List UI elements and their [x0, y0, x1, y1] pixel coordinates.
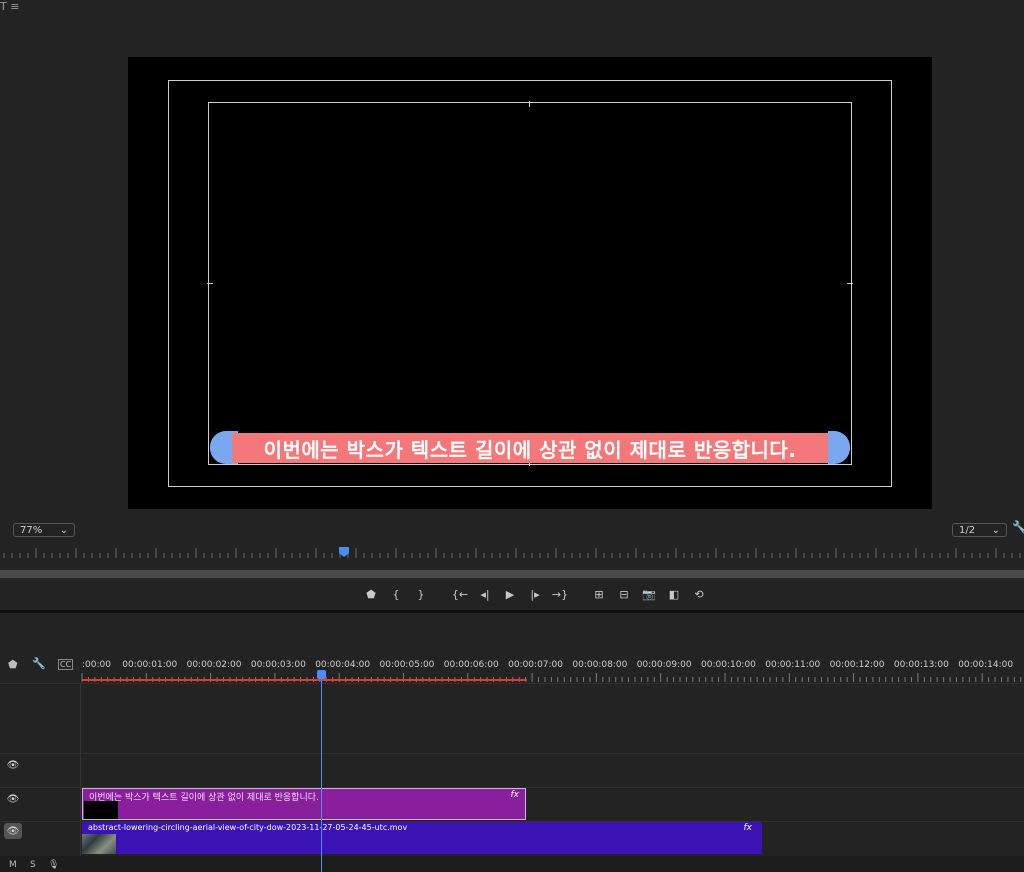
caption-graphic[interactable]: 이번에는 박스가 텍스트 길이에 상관 없이 제대로 반응합니다. — [210, 431, 850, 464]
eye-icon[interactable]: 👁 — [6, 793, 20, 805]
video-frame[interactable]: 이번에는 박스가 텍스트 길이에 상관 없이 제대로 반응합니다. — [128, 57, 932, 509]
monitor-zoom-scrollbar[interactable] — [0, 570, 1024, 578]
timeline-header-tools: ⬟ 🔧 CC — [0, 656, 80, 676]
work-area-bar[interactable] — [82, 679, 527, 681]
timecode-label: 00:00:09:00 — [636, 660, 692, 670]
zoom-level-select[interactable]: 77% ⌄ — [13, 523, 75, 537]
add-marker-button[interactable]: ⬟ — [360, 584, 382, 604]
audio-track-header — [0, 856, 1024, 872]
playback-resolution-select[interactable]: 1/2 ⌄ — [952, 523, 1007, 537]
wrench-icon[interactable]: 🔧 — [32, 657, 46, 670]
mark-out-button[interactable]: } — [410, 584, 432, 604]
go-to-out-button[interactable]: →} — [549, 584, 571, 604]
safe-tick-top — [529, 101, 530, 107]
playhead-handle[interactable] — [317, 670, 326, 679]
timecode-label: 00:00:05:00 — [379, 660, 435, 670]
title-clip[interactable]: 이번에는 박스가 텍스트 길이에 상관 없이 제대로 반응합니다. fx — [82, 788, 526, 820]
timecode-label: 00:00:06:00 — [443, 660, 499, 670]
caption-text-box: 이번에는 박스가 텍스트 길이에 상관 없이 제대로 반응합니다. — [232, 433, 828, 463]
step-back-button[interactable]: ◂| — [474, 584, 496, 604]
fx-badge: fx — [510, 790, 520, 800]
captions-icon[interactable]: CC — [58, 659, 74, 670]
resolution-value: 1/2 — [959, 524, 976, 536]
clip-thumbnail — [82, 834, 116, 854]
clip-label: abstract-lowering-circling-aerial-view-o… — [88, 823, 408, 832]
zoom-level-value: 77% — [20, 524, 43, 536]
track-separator — [0, 753, 1024, 754]
timecode-label: 00:00:08:00 — [572, 660, 628, 670]
go-to-in-button[interactable]: {← — [449, 584, 471, 604]
timecode-label: 00:00:11:00 — [765, 660, 821, 670]
clip-label: 이번에는 박스가 텍스트 길이에 상관 없이 제대로 반응합니다. — [89, 793, 319, 803]
monitor-time-ruler[interactable] — [0, 542, 1024, 562]
caption-text[interactable]: 이번에는 박스가 텍스트 길이에 상관 없이 제대로 반응합니다. — [264, 434, 797, 463]
export-frame-button[interactable]: 📷 — [638, 584, 660, 604]
timecode-label: 00:00:10:00 — [701, 660, 756, 670]
comparison-view-button[interactable]: ◧ — [663, 584, 685, 604]
mic-icon[interactable]: 🎙 — [48, 860, 59, 870]
timecode-label: 00:00:13:00 — [893, 660, 949, 670]
wrench-icon[interactable]: 🔧 — [1012, 520, 1024, 534]
eye-icon[interactable]: 👁 — [6, 759, 20, 771]
safe-tick-left — [207, 283, 213, 284]
clip-thumbnail — [84, 801, 118, 819]
caption-right-cap — [828, 431, 850, 464]
timecode-label: 00:00:12:00 — [829, 660, 885, 670]
solo-button[interactable]: S — [30, 860, 36, 870]
fx-badge: fx — [743, 823, 753, 833]
timecode-label: 00:00:07:00 — [508, 660, 563, 670]
eye-icon[interactable]: 👁 — [4, 823, 22, 839]
timecode-label: 00:00:02:00 — [186, 660, 242, 670]
track-headers: 👁 👁 👁 — [0, 683, 81, 872]
timecode-label: 00:00:14:00 — [958, 660, 1014, 670]
step-forward-button[interactable]: |▸ — [524, 584, 546, 604]
timecode-label: 00:00:03:00 — [250, 660, 306, 670]
timeline-ticks — [81, 673, 1022, 682]
lift-button[interactable]: ⊞ — [588, 584, 610, 604]
transport-controls: ⬟{} {← ◂| ▶ |▸ →} ⊞ ⊟ 📷 ◧ ⟲ — [360, 584, 740, 604]
track-separator — [0, 683, 1024, 684]
timecode-label: 00:00:04:00 — [315, 660, 371, 670]
marker-icon[interactable]: ⬟ — [8, 658, 18, 671]
playhead-line[interactable] — [321, 670, 322, 872]
panel-menu[interactable]: T ≡ — [0, 0, 30, 18]
timecode-label: :00:00 — [82, 660, 111, 670]
title-safe-guide — [207, 101, 853, 466]
panel-divider[interactable] — [0, 610, 1024, 613]
video-clip[interactable]: abstract-lowering-circling-aerial-view-o… — [82, 822, 762, 854]
mark-in-button[interactable]: { — [385, 584, 407, 604]
mute-button[interactable]: M — [9, 860, 17, 870]
chevron-down-icon: ⌄ — [59, 524, 68, 536]
timecode-label: 00:00:01:00 — [122, 660, 178, 670]
play-button[interactable]: ▶ — [499, 584, 521, 604]
toggle-proxies-button[interactable]: ⟲ — [688, 584, 710, 604]
chevron-down-icon: ⌄ — [991, 524, 1000, 536]
extract-button[interactable]: ⊟ — [613, 584, 635, 604]
safe-tick-right — [847, 283, 853, 284]
